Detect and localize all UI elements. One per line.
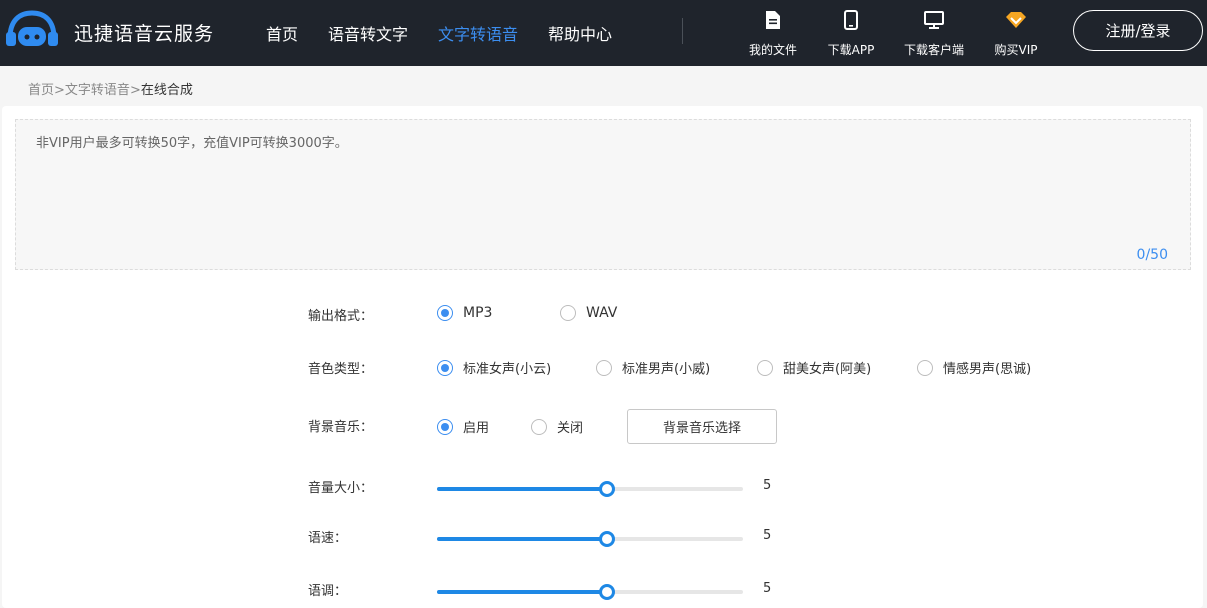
voice-option-label: 情感男声(思诚): [943, 362, 1032, 377]
music-label: 背景音乐：: [308, 420, 374, 435]
brand-name[interactable]: 迅捷语音云服务: [74, 19, 214, 46]
buy-vip-link[interactable]: 购买VIP: [992, 9, 1040, 58]
voice-option-label: 甜美女声(阿美): [783, 362, 872, 377]
speed-slider-fill: [437, 537, 607, 541]
pitch-slider[interactable]: [437, 584, 743, 600]
pitch-slider-fill: [437, 590, 607, 594]
register-login-button[interactable]: 注册/登录: [1073, 10, 1203, 51]
breadcrumb-separator: >: [54, 83, 65, 98]
voice-emotional-male-radio[interactable]: 情感男声(思诚): [917, 358, 1031, 377]
buy-vip-label: 购买VIP: [994, 43, 1038, 57]
speed-slider[interactable]: [437, 531, 743, 547]
radio-dot: [596, 359, 612, 376]
monitor-icon: [924, 11, 944, 29]
breadcrumb-section[interactable]: 文字转语音: [65, 83, 130, 98]
music-enable-radio[interactable]: 启用: [437, 417, 489, 436]
format-mp3-radio[interactable]: MP3: [437, 305, 492, 321]
format-mp3-label: MP3: [463, 305, 493, 321]
voice-sweet-female-radio[interactable]: 甜美女声(阿美): [757, 358, 871, 377]
tts-panel: 非VIP用户最多可转换50字，充值VIP可转换3000字。 0/50 输出格式：…: [2, 106, 1203, 608]
breadcrumb-separator: >: [129, 83, 141, 98]
my-files-label: 我的文件: [748, 43, 797, 57]
voice-label: 音色类型：: [308, 362, 374, 377]
char-counter: 0/50: [1136, 247, 1168, 263]
headphones-logo-icon[interactable]: [4, 10, 60, 46]
volume-value: 5: [763, 478, 772, 493]
download-app-label: 下载APP: [827, 43, 875, 57]
voice-standard-male-radio[interactable]: 标准男声(小威): [596, 358, 710, 377]
nav-home[interactable]: 首页: [266, 21, 298, 45]
breadcrumb: 首页>文字转语音>在线合成: [28, 79, 193, 98]
format-wav-label: WAV: [586, 305, 618, 321]
volume-slider-fill: [437, 487, 607, 491]
format-wav-radio[interactable]: WAV: [560, 305, 617, 321]
text-input-area[interactable]: 非VIP用户最多可转换50字，充值VIP可转换3000字。 0/50: [15, 119, 1191, 270]
voice-option-label: 标准男声(小威): [622, 362, 711, 377]
volume-label: 音量大小：: [308, 481, 374, 496]
nav-help-center[interactable]: 帮助中心: [548, 21, 612, 45]
radio-dot: [757, 359, 773, 376]
download-app-link[interactable]: 下载APP: [826, 9, 876, 58]
text-input-placeholder: 非VIP用户最多可转换50字，充值VIP可转换3000字。: [36, 136, 348, 151]
music-enable-label: 启用: [463, 421, 490, 436]
phone-icon: [844, 10, 858, 30]
main-nav: 首页 语音转文字 文字转语音 帮助中心: [266, 21, 642, 45]
voice-standard-female-radio[interactable]: 标准女声(小云): [437, 358, 551, 377]
download-client-label: 下载客户端: [903, 43, 964, 57]
radio-dot: [437, 305, 453, 321]
radio-dot: [560, 305, 576, 321]
speed-slider-handle[interactable]: [599, 531, 615, 547]
download-client-link[interactable]: 下载客户端: [903, 9, 965, 58]
pitch-slider-handle[interactable]: [599, 584, 615, 600]
nav-divider: [682, 18, 683, 44]
radio-dot: [437, 418, 453, 435]
volume-slider-handle[interactable]: [599, 481, 615, 497]
radio-dot: [917, 359, 933, 376]
nav-speech-to-text[interactable]: 语音转文字: [328, 21, 408, 45]
voice-option-label: 标准女声(小云): [463, 362, 552, 377]
breadcrumb-home[interactable]: 首页: [28, 83, 54, 98]
speed-label: 语速：: [308, 531, 348, 546]
vip-diamond-icon: [1006, 12, 1026, 28]
music-disable-radio[interactable]: 关闭: [531, 417, 583, 436]
format-label: 输出格式：: [308, 309, 374, 324]
radio-dot: [437, 359, 453, 376]
top-header: 迅捷语音云服务 首页 语音转文字 文字转语音 帮助中心 我的文件 下载APP 下…: [0, 0, 1207, 66]
breadcrumb-current: 在线合成: [140, 83, 193, 98]
file-icon: [766, 11, 780, 29]
pitch-label: 语调：: [308, 584, 348, 599]
nav-text-to-speech[interactable]: 文字转语音: [438, 21, 518, 45]
speed-value: 5: [763, 528, 772, 543]
volume-slider[interactable]: [437, 481, 743, 497]
music-disable-label: 关闭: [557, 421, 584, 436]
pitch-value: 5: [763, 581, 772, 596]
choose-music-button[interactable]: 背景音乐选择: [627, 409, 777, 444]
my-files-link[interactable]: 我的文件: [748, 9, 798, 58]
radio-dot: [531, 418, 547, 435]
